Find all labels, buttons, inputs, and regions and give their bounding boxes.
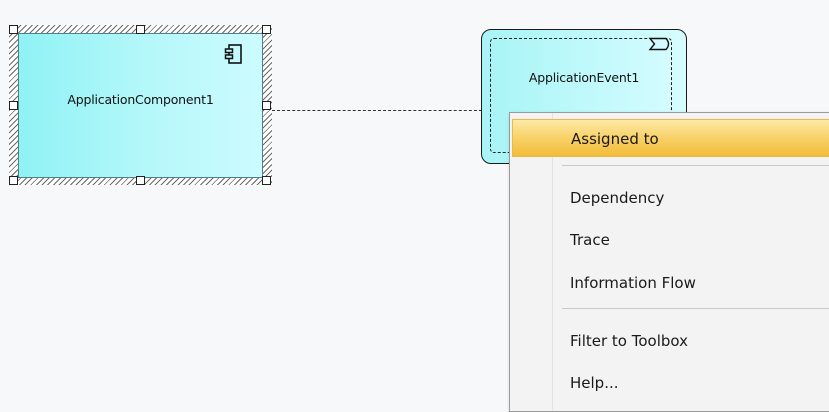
resize-handle-left[interactable] xyxy=(9,101,18,110)
menu-separator xyxy=(562,308,829,309)
menu-item-dependency[interactable]: Dependency xyxy=(512,179,829,217)
resize-handle-top-left[interactable] xyxy=(9,25,18,34)
event-icon xyxy=(648,37,670,51)
menu-item-information-flow[interactable]: Information Flow xyxy=(512,264,829,302)
menu-item-assigned-to[interactable]: Assigned to xyxy=(512,119,829,157)
menu-item-filter-to-toolbox[interactable]: Filter to Toolbox xyxy=(512,322,829,360)
connector-line[interactable] xyxy=(272,110,487,111)
resize-handle-bottom[interactable] xyxy=(136,176,145,185)
menu-separator xyxy=(562,165,829,166)
resize-handle-bottom-left[interactable] xyxy=(9,176,18,185)
diagram-canvas[interactable]: ApplicationComponent1 ApplicationEvent1 … xyxy=(0,0,829,412)
menu-item-help[interactable]: Help... xyxy=(512,364,829,402)
application-component-element[interactable]: ApplicationComponent1 xyxy=(18,33,263,178)
application-component-label: ApplicationComponent1 xyxy=(67,92,214,107)
context-menu: Assigned to Dependency Trace Information… xyxy=(509,112,829,412)
resize-handle-top[interactable] xyxy=(136,25,145,34)
resize-handle-top-right[interactable] xyxy=(262,25,271,34)
menu-item-trace[interactable]: Trace xyxy=(512,221,829,259)
resize-handle-bottom-right[interactable] xyxy=(262,176,271,185)
component-icon xyxy=(224,44,242,64)
resize-handle-right[interactable] xyxy=(262,101,271,110)
application-event-label: ApplicationEvent1 xyxy=(528,70,640,85)
